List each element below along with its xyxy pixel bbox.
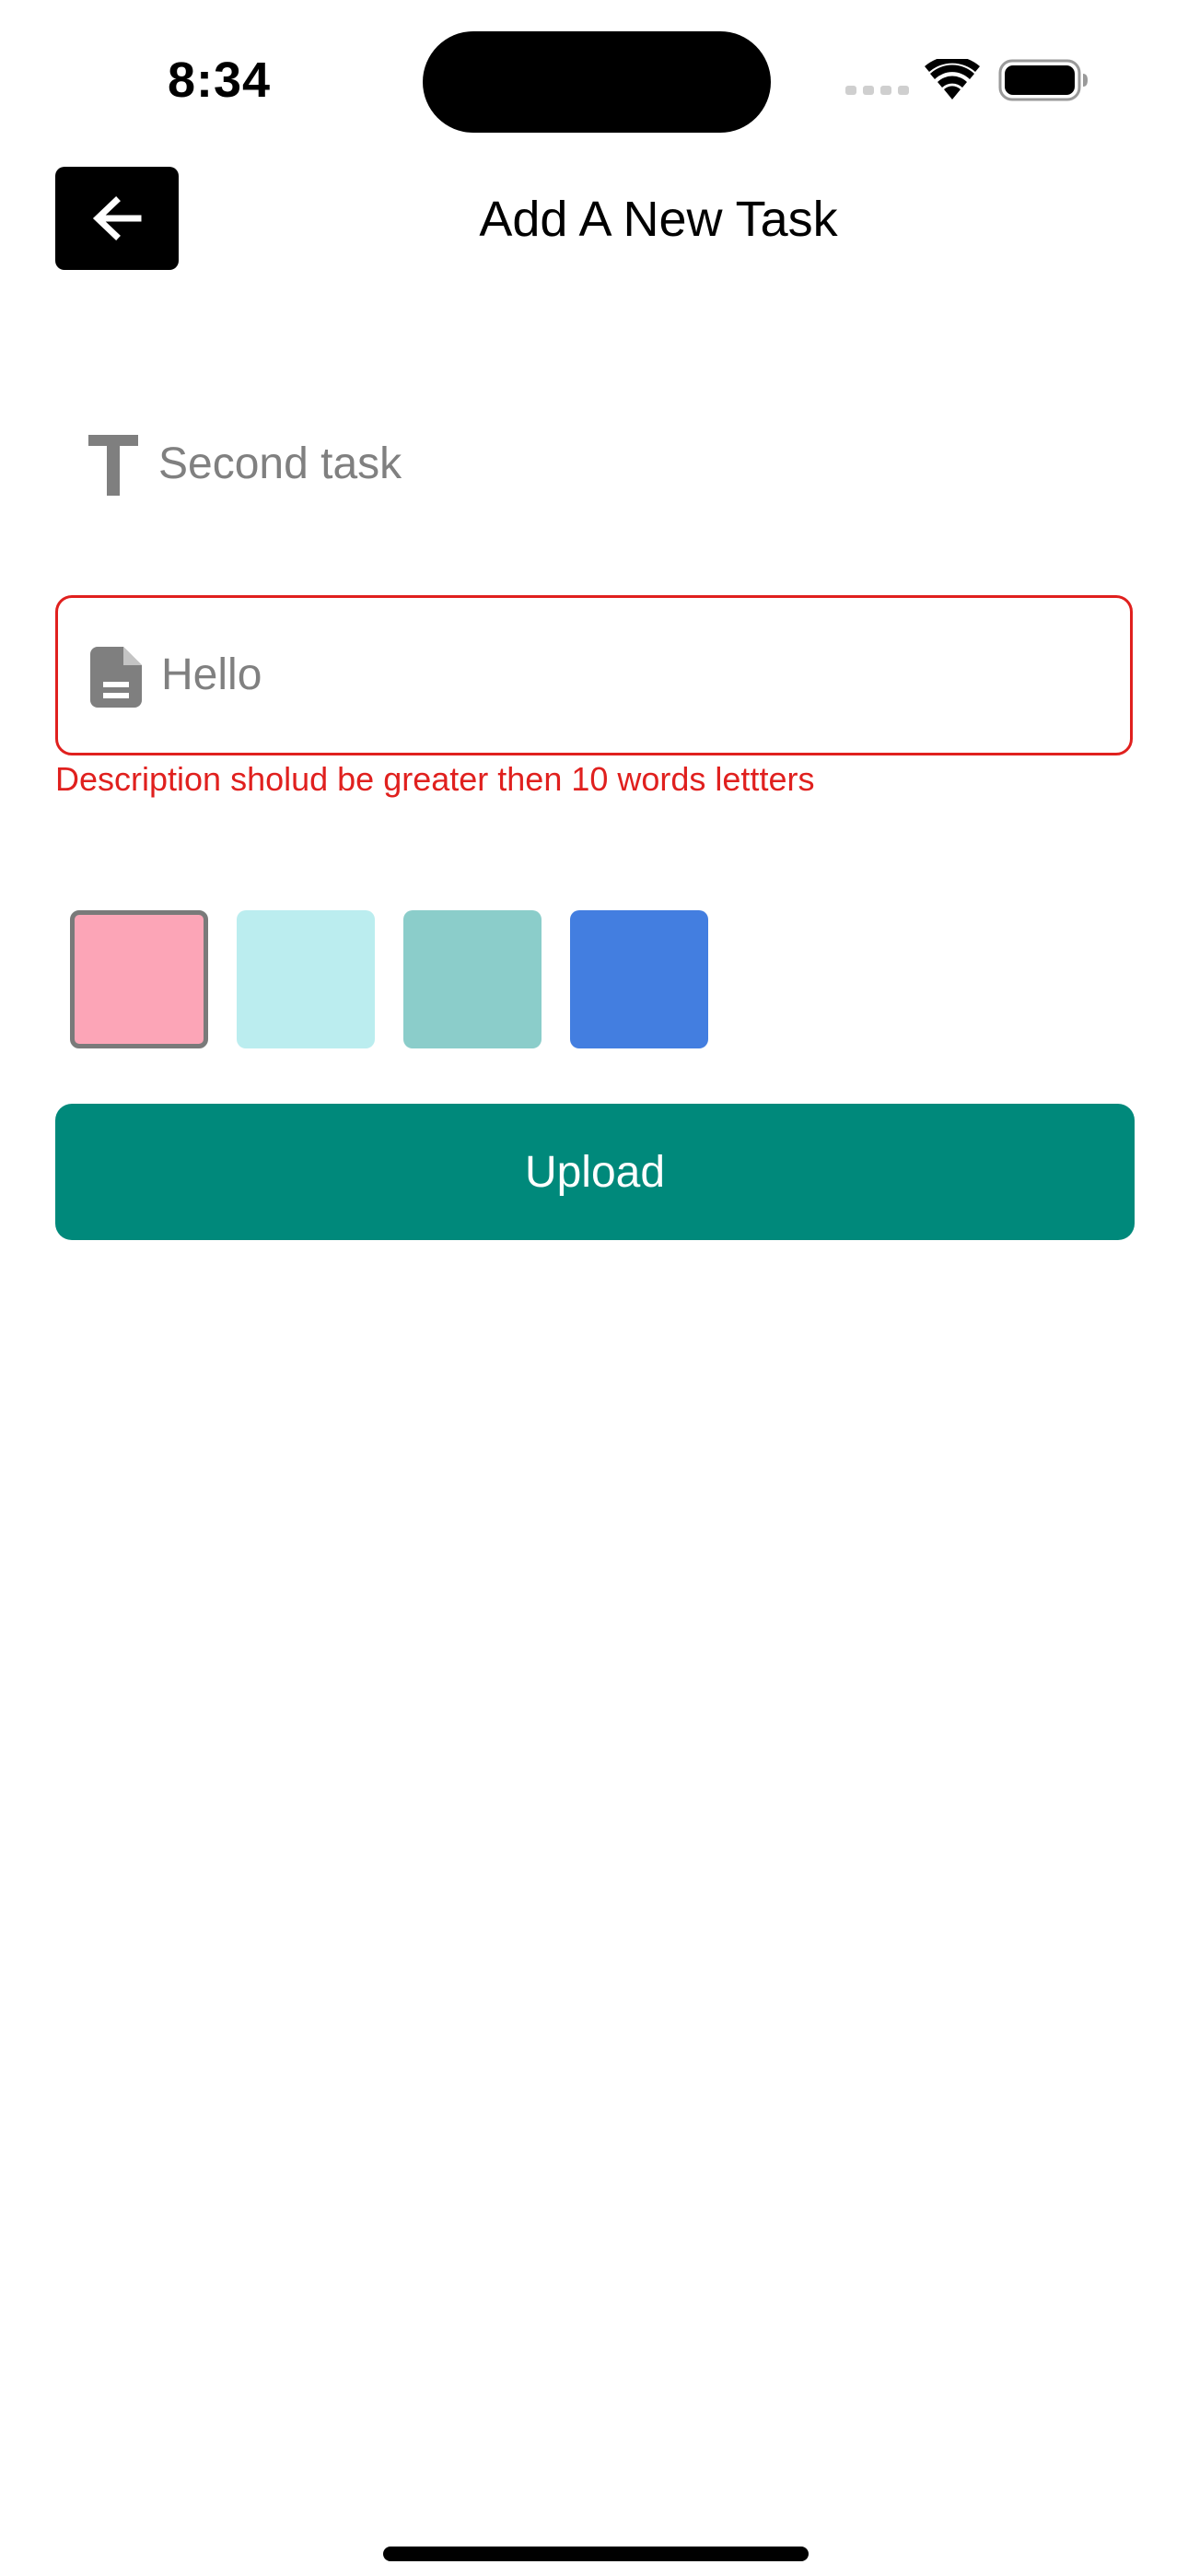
battery-icon: [998, 59, 1088, 101]
arrow-left-icon: [92, 196, 142, 240]
dynamic-island: [423, 31, 771, 133]
upload-button[interactable]: Upload: [55, 1104, 1135, 1240]
description-field[interactable]: Hello: [55, 595, 1133, 755]
task-title-field[interactable]: Second task: [55, 405, 1135, 525]
task-title-value: Second task: [158, 439, 402, 488]
back-button[interactable]: [55, 167, 179, 270]
description-value: Hello: [161, 650, 262, 699]
color-swatch-light-cyan[interactable]: [237, 910, 375, 1048]
cellular-signal-icon: [845, 86, 909, 95]
color-swatch-teal[interactable]: [403, 910, 542, 1048]
page-title: Add A New Task: [479, 192, 838, 247]
color-swatch-pink[interactable]: [70, 910, 208, 1048]
description-error-message: Description sholud be greater then 10 wo…: [55, 760, 815, 798]
status-time: 8:34: [168, 53, 272, 108]
wifi-icon: [925, 59, 980, 100]
text-format-icon: [88, 435, 138, 496]
color-swatch-blue[interactable]: [570, 910, 708, 1048]
document-icon: [90, 647, 142, 708]
home-indicator: [383, 2547, 809, 2561]
